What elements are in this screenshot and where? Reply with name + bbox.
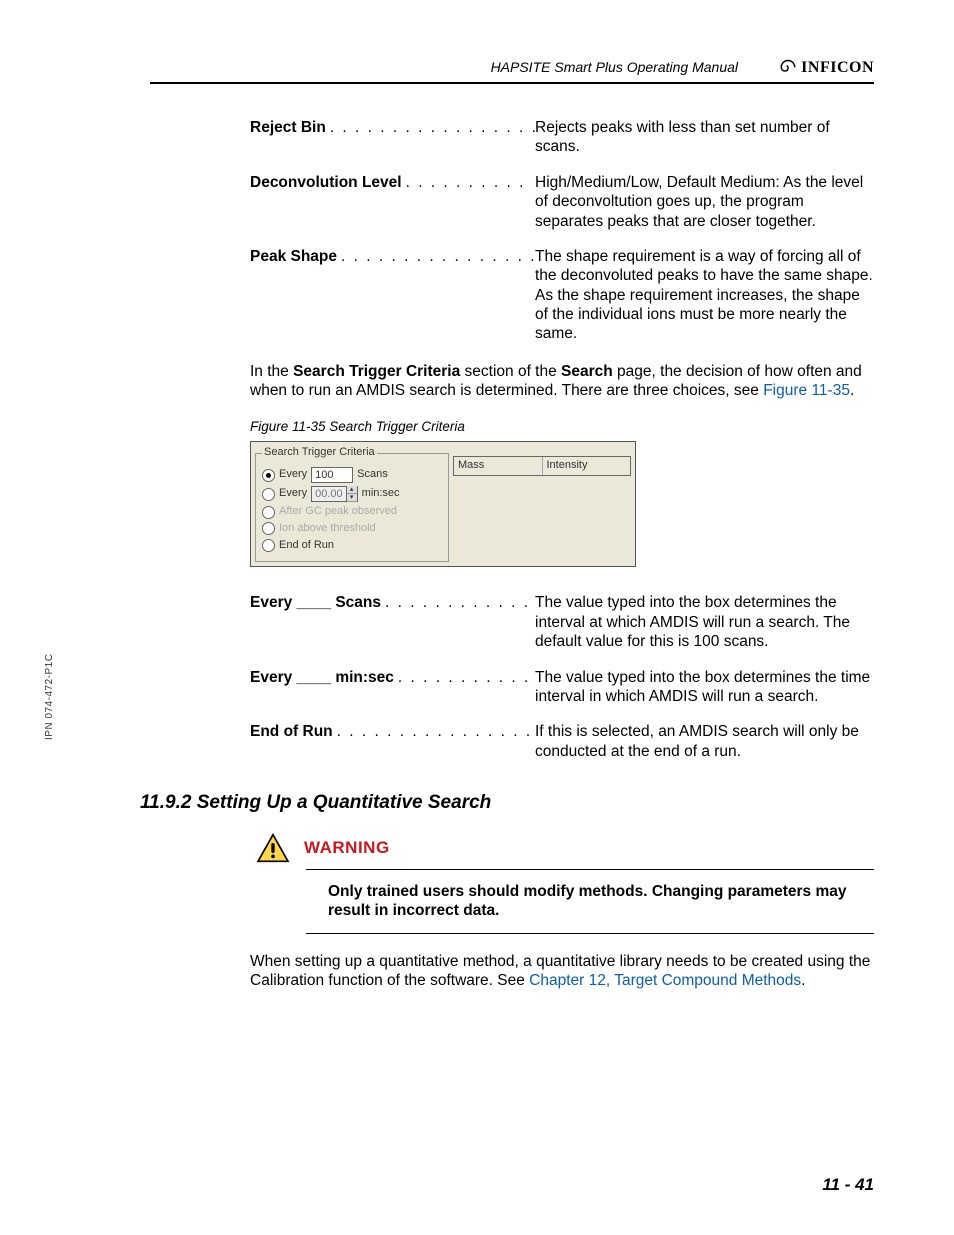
warning-text: Only trained users should modify methods… — [328, 876, 864, 927]
definition-term: End of Run — [250, 722, 333, 741]
definition-term: Reject Bin — [250, 118, 326, 137]
groupbox-legend: Search Trigger Criteria — [262, 446, 377, 460]
definition-desc: The value typed into the box determines … — [535, 593, 874, 651]
option-label: Every — [279, 468, 307, 482]
leader-dots: . . . . . . . . . . — [402, 173, 530, 192]
definition-term: Deconvolution Level — [250, 173, 402, 192]
option-after-gc[interactable]: After GC peak observed — [262, 505, 442, 519]
warning-label: WARNING — [304, 837, 390, 858]
warning-block: WARNING Only trained users should modify… — [256, 833, 874, 934]
text: . — [801, 972, 805, 989]
page-header: HAPSITE Smart Plus Operating Manual INFI… — [150, 58, 874, 84]
option-label: End of Run — [279, 539, 334, 553]
bold-text: Search — [561, 363, 613, 380]
option-every-scans[interactable]: Every 100 Scans — [262, 467, 442, 483]
definition-desc: The shape requirement is a way of forcin… — [535, 247, 874, 344]
warning-triangle-icon — [256, 833, 290, 863]
leader-dots: . . . . . . . . . . . . . . . . . . . . — [326, 118, 535, 137]
text: . — [850, 382, 854, 399]
text: In the — [250, 363, 293, 380]
definition-term: Every ____ Scans — [250, 593, 381, 612]
definition-row: Deconvolution Level . . . . . . . . . . … — [250, 173, 874, 231]
brand-text: INFICON — [801, 58, 874, 78]
intro-paragraph: In the Search Trigger Criteria section o… — [250, 362, 874, 401]
option-label: After GC peak observed — [279, 505, 397, 519]
option-label: Every — [279, 487, 307, 501]
figure-link[interactable]: Figure 11-35 — [763, 382, 850, 399]
definition-row: Every ____ min:sec . . . . . . . . . . .… — [250, 668, 874, 707]
definition-row: Every ____ Scans . . . . . . . . . . . .… — [250, 593, 874, 651]
search-trigger-groupbox: Search Trigger Criteria Every 100 Scans … — [255, 446, 449, 562]
spinner-value: 00.00 — [312, 487, 346, 501]
table-header-intensity: Intensity — [543, 457, 631, 475]
definition-term: Every ____ min:sec — [250, 668, 394, 687]
radio-icon[interactable] — [262, 539, 275, 552]
page-number: 11 - 41 — [822, 1174, 874, 1195]
ipn-side-label: IPN 074-472-P1C — [44, 654, 57, 740]
definition-row: End of Run . . . . . . . . . . . . . . .… — [250, 722, 874, 761]
leader-dots: . . . . . . . . . . . . . . . . . . . — [337, 247, 535, 266]
brand-logo: INFICON — [744, 58, 874, 78]
text: section of the — [460, 363, 561, 380]
option-end-of-run[interactable]: End of Run — [262, 539, 442, 553]
option-suffix: Scans — [357, 468, 388, 482]
divider — [306, 933, 874, 934]
definition-desc: The value typed into the box determines … — [535, 668, 874, 707]
option-every-minsec[interactable]: Every 00.00 ▴▾ min:sec — [262, 486, 442, 502]
definition-row: Reject Bin . . . . . . . . . . . . . . .… — [250, 118, 874, 157]
definition-desc: Rejects peaks with less than set number … — [535, 118, 874, 157]
radio-icon[interactable] — [262, 506, 275, 519]
table-header-mass: Mass — [454, 457, 543, 475]
divider — [306, 869, 874, 870]
leader-dots: . . . . . . . . . . . . . . . . . . — [333, 722, 535, 741]
spinner-buttons[interactable]: ▴▾ — [346, 486, 357, 502]
bold-text: Search Trigger Criteria — [293, 363, 460, 380]
section-heading: 11.9.2 Setting Up a Quantitative Search — [140, 791, 874, 815]
radio-icon[interactable] — [262, 522, 275, 535]
option-label: Ion above threshold — [279, 522, 376, 536]
definition-desc: High/Medium/Low, Default Medium: As the … — [535, 173, 874, 231]
scans-input[interactable]: 100 — [311, 467, 353, 483]
chapter-link[interactable]: Chapter 12, Target Compound Methods — [529, 972, 801, 989]
leader-dots: . . . . . . . . . . . — [394, 668, 534, 687]
leader-dots: . . . . . . . . . . . . . . — [381, 593, 535, 612]
definition-row: Peak Shape . . . . . . . . . . . . . . .… — [250, 247, 874, 344]
body-paragraph: When setting up a quantitative method, a… — [250, 952, 874, 991]
radio-icon[interactable] — [262, 469, 275, 482]
definition-desc: If this is selected, an AMDIS search wil… — [535, 722, 874, 761]
swirl-icon — [779, 59, 797, 77]
minsec-spinner[interactable]: 00.00 ▴▾ — [311, 486, 358, 502]
figure-caption: Figure 11-35 Search Trigger Criteria — [250, 419, 874, 436]
option-suffix: min:sec — [362, 487, 400, 501]
radio-icon[interactable] — [262, 488, 275, 501]
manual-title: HAPSITE Smart Plus Operating Manual — [150, 59, 744, 79]
definition-term: Peak Shape — [250, 247, 337, 266]
mass-intensity-table: Mass Intensity — [453, 456, 631, 476]
option-ion-above[interactable]: Ion above threshold — [262, 522, 442, 536]
figure-screenshot: Search Trigger Criteria Every 100 Scans … — [250, 441, 636, 567]
